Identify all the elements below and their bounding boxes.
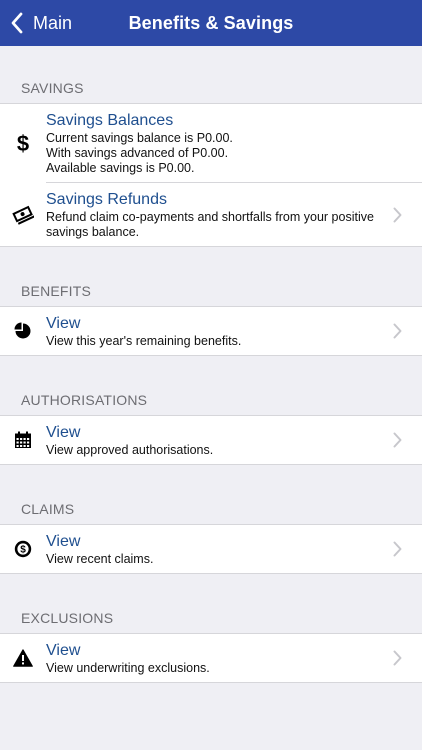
benefits-view-row[interactable]: View View this year's remaining benefits… <box>0 307 422 355</box>
benefits-group: View View this year's remaining benefits… <box>0 306 422 356</box>
claims-view-description: View recent claims. <box>46 551 154 566</box>
calendar-icon <box>0 431 46 449</box>
warning-icon <box>0 649 46 667</box>
section-header-exclusions: EXCLUSIONS <box>21 610 114 626</box>
section-header-authorisations: AUTHORISATIONS <box>21 392 148 408</box>
claims-view-row[interactable]: $ View View recent claims. <box>0 525 422 573</box>
dollar-icon: $ <box>0 131 46 155</box>
exclusions-view-title: View <box>46 641 81 659</box>
chevron-left-icon <box>11 12 23 34</box>
benefits-view-title: View <box>46 314 81 332</box>
section-header-benefits: BENEFITS <box>21 283 92 299</box>
authorisations-view-row[interactable]: View View approved authorisations. <box>0 416 422 464</box>
section-header-claims: CLAIMS <box>21 501 75 517</box>
exclusions-view-description: View underwriting exclusions. <box>46 660 210 675</box>
chevron-right-icon <box>393 650 402 666</box>
exclusions-group: View View underwriting exclusions. <box>0 633 422 683</box>
navigation-bar: Main Benefits & Savings <box>0 0 422 46</box>
cash-icon <box>0 205 46 225</box>
back-label: Main <box>33 12 73 33</box>
chevron-right-icon <box>393 432 402 448</box>
claims-group: $ View View recent claims. <box>0 524 422 574</box>
savings-refunds-row[interactable]: Savings Refunds Refund claim co-payments… <box>0 183 422 246</box>
claims-view-title: View <box>46 532 81 550</box>
chevron-right-icon <box>393 541 402 557</box>
exclusions-view-row[interactable]: View View underwriting exclusions. <box>0 634 422 682</box>
savings-group: $ Savings Balances Current savings balan… <box>0 103 422 247</box>
chevron-right-icon <box>393 207 402 222</box>
savings-refunds-description: Refund claim co-payments and shortfalls … <box>46 209 374 239</box>
coin-icon: $ <box>0 540 46 558</box>
chevron-right-icon <box>393 323 402 339</box>
current-balance-text: Current savings balance is P0.00. <box>46 130 233 145</box>
savings-balances-row[interactable]: $ Savings Balances Current savings balan… <box>0 104 422 182</box>
authorisations-view-description: View approved authorisations. <box>46 442 214 457</box>
savings-balances-title: Savings Balances <box>46 111 174 129</box>
available-savings-text: Available savings is P0.00. <box>46 160 195 175</box>
savings-refunds-title: Savings Refunds <box>46 190 167 208</box>
svg-text:$: $ <box>17 131 29 155</box>
back-button[interactable]: Main <box>10 0 72 46</box>
authorisations-group: View View approved authorisations. <box>0 415 422 465</box>
authorisations-view-title: View <box>46 423 81 441</box>
benefits-view-description: View this year's remaining benefits. <box>46 333 242 348</box>
advanced-savings-text: With savings advanced of P0.00. <box>46 145 229 160</box>
section-header-savings: SAVINGS <box>21 80 84 96</box>
pie-chart-icon <box>0 322 46 340</box>
svg-text:$: $ <box>20 545 26 556</box>
